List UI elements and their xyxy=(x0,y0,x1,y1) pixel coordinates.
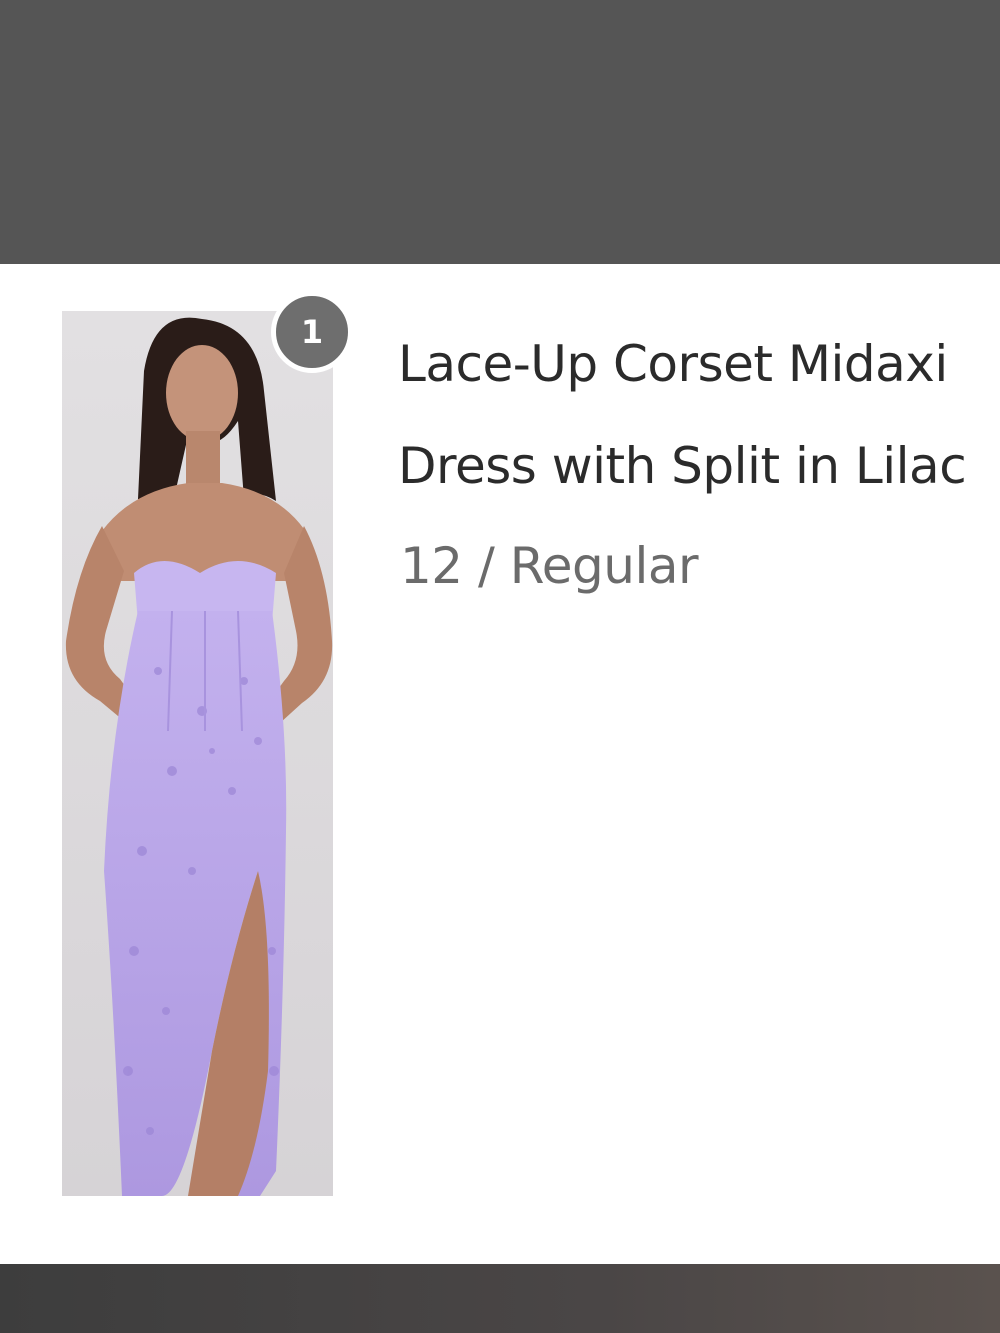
dress-photo-illustration xyxy=(62,311,333,1196)
quantity-badge: 1 xyxy=(271,291,353,373)
variant-label: 12 / Regular xyxy=(400,537,699,595)
product-title-line-2: Dress with Split in Lilac xyxy=(398,437,967,495)
product-image[interactable] xyxy=(62,311,333,1196)
product-title[interactable]: Lace-Up Corset Midaxi Dress with Split i… xyxy=(398,328,1000,532)
bottom-dark-bar xyxy=(0,1264,1000,1333)
product-title-line-1: Lace-Up Corset Midaxi xyxy=(398,335,948,393)
top-dark-bar xyxy=(0,0,1000,264)
